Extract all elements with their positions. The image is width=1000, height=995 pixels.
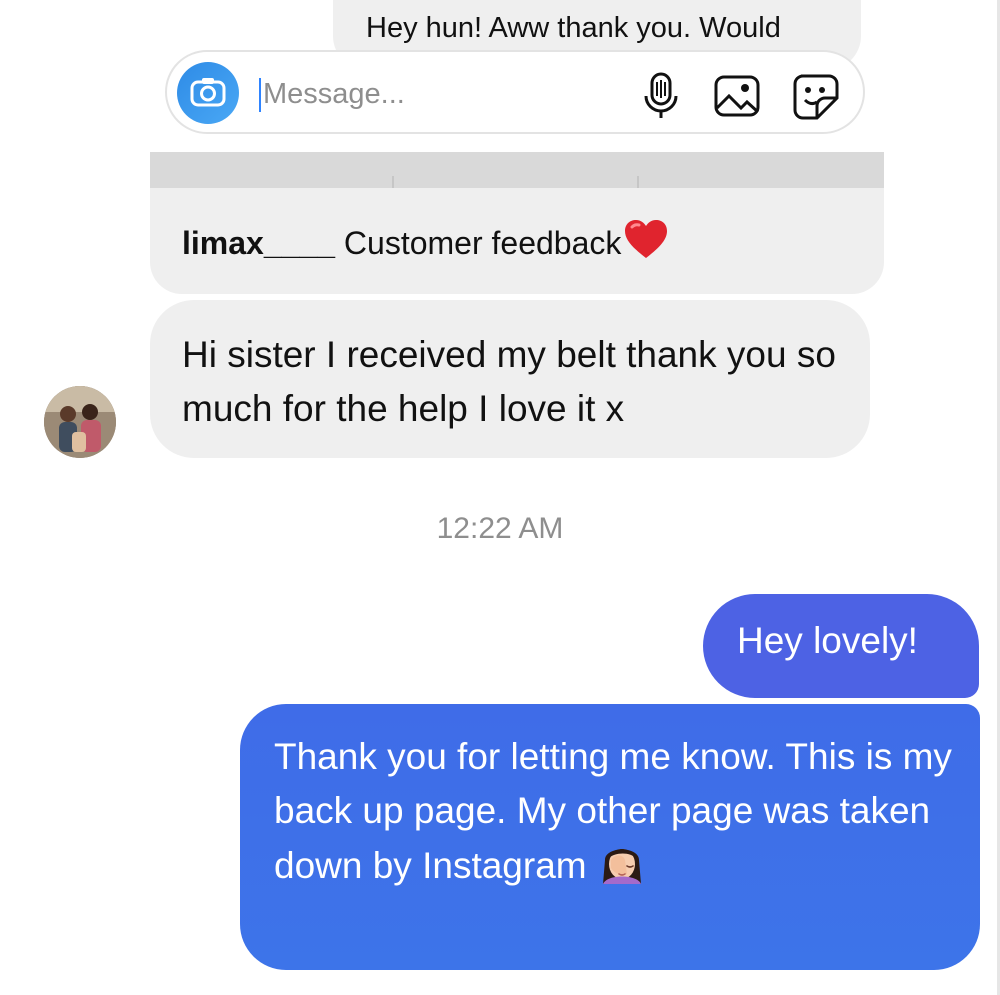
microphone-button[interactable] <box>635 70 687 122</box>
gallery-button[interactable] <box>711 70 763 122</box>
divider <box>637 176 639 188</box>
text-caret <box>259 78 261 112</box>
caption: Customer feedback <box>343 225 622 261</box>
message-text: Hey hun! Aww thank you. Would <box>366 12 781 44</box>
message-text-container: Thank you for letting me know. This is m… <box>274 730 964 893</box>
divider <box>392 176 394 188</box>
message-bubble-outgoing[interactable]: Hey lovely! <box>703 594 979 698</box>
sticker-button[interactable] <box>789 70 841 122</box>
shared-post-card[interactable]: limax____ Customer feedback <box>150 152 884 294</box>
camera-button[interactable] <box>177 62 239 124</box>
camera-icon <box>190 78 226 107</box>
heart-icon <box>625 220 668 258</box>
image-icon <box>714 75 760 117</box>
message-bubble-outgoing[interactable]: Thank you for letting me know. This is m… <box>240 704 980 970</box>
shared-post-caption-line: limax____ Customer feedback <box>182 218 669 262</box>
timestamp: 12:22 AM <box>436 512 564 545</box>
contact-avatar-image <box>44 386 116 458</box>
message-composer <box>165 50 865 134</box>
dm-thread: Hey hun! Aww thank you. Would Message...… <box>0 0 1000 995</box>
facepalm-emoji-icon <box>602 849 641 884</box>
message-input[interactable] <box>263 76 623 112</box>
microphone-icon <box>644 72 678 118</box>
message-text: Hi sister I received my belt thank you s… <box>182 334 836 429</box>
avatar[interactable] <box>44 386 116 458</box>
message-text: Hey lovely! <box>737 620 918 661</box>
shared-post-preview <box>150 152 884 188</box>
message-bubble-incoming[interactable]: Hi sister I received my belt thank you s… <box>150 300 870 458</box>
username[interactable]: limax____ <box>182 225 335 261</box>
sticker-icon <box>793 74 839 120</box>
